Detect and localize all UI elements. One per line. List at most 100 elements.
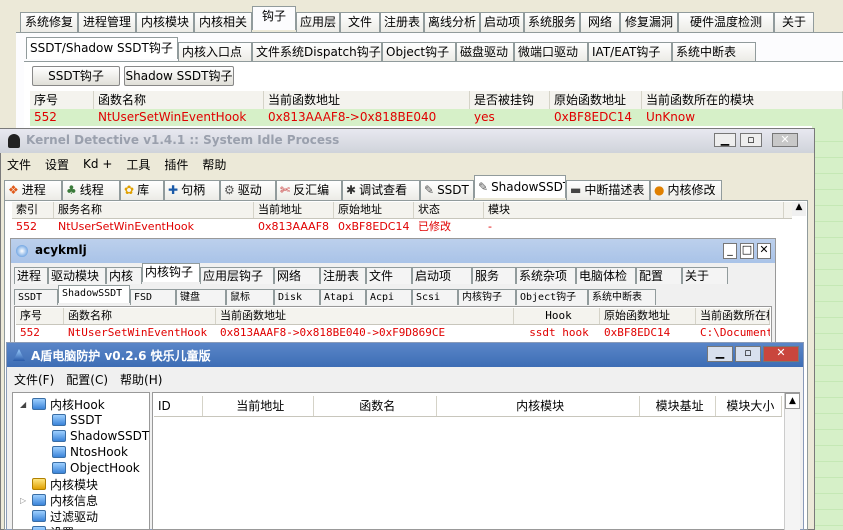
kd-tab[interactable]: ⚙ 驱动 [220, 180, 276, 200]
tree-node-child[interactable]: ObjectHook [20, 460, 150, 476]
column-header[interactable]: 函数名称 [64, 308, 216, 324]
column-header[interactable]: 当前地址 [203, 396, 315, 416]
kd-tab[interactable]: ✄ 反汇编 [276, 180, 342, 200]
back-main-tab[interactable]: 内核相关 [194, 12, 252, 32]
tree-node-child[interactable]: ShadowSSDT [20, 428, 150, 444]
kd-tab[interactable]: ✱ 调试查看 [342, 180, 420, 200]
column-header[interactable]: 模块基址 [640, 396, 716, 416]
column-header[interactable]: 模块大小 [716, 396, 782, 416]
acy-sub-tab[interactable]: FSD [130, 289, 176, 305]
back-main-tab[interactable]: 离线分析 [424, 12, 480, 32]
kd-menu-item[interactable]: 帮助 [195, 156, 233, 173]
column-header[interactable]: 函数名称 [94, 91, 264, 109]
expand-arrow-icon[interactable]: ▷ [20, 496, 32, 505]
a-scrollbar[interactable]: ▲ [784, 393, 800, 530]
tree-node-child[interactable]: NtosHook [20, 444, 150, 460]
close-button[interactable]: ✕ [757, 243, 771, 259]
column-header[interactable]: 内核模块 [437, 396, 641, 416]
back-main-tab[interactable]: 钩子 [252, 6, 296, 30]
back-main-tab[interactable]: 硬件温度检测 [678, 12, 774, 32]
tree-node-top[interactable]: 内核模块 [20, 476, 150, 492]
kd-tab[interactable]: ❖ 进程 [4, 180, 62, 200]
acy-main-tab[interactable]: 服务 [472, 267, 516, 284]
back-main-tab[interactable]: 内核模块 [136, 12, 194, 32]
minimize-button[interactable]: ▁ [707, 346, 733, 362]
tree-node-top[interactable]: ▷ 内核信息 [20, 492, 150, 508]
column-header[interactable]: 是否被挂钩 [470, 91, 550, 109]
maximize-button[interactable]: ▫ [740, 133, 762, 147]
acy-main-tab[interactable]: 电脑体检 [576, 267, 636, 284]
acy-main-tab[interactable]: 进程 [14, 267, 48, 284]
back-main-tab[interactable]: 注册表 [380, 12, 424, 32]
column-header[interactable]: Hook [514, 308, 600, 324]
back-sub-tab[interactable]: 磁盘驱动 [456, 42, 514, 61]
kd-tab[interactable]: ✿ 库 [120, 180, 164, 200]
acy-sub-tab[interactable]: Disk [274, 289, 320, 305]
back-main-tab[interactable]: 系统服务 [524, 12, 580, 32]
kd-scroll-up-icon[interactable]: ▲ [792, 202, 806, 216]
kd-tab[interactable]: ▬ 中断描述表 [566, 180, 650, 200]
column-header[interactable]: 函数名 [314, 396, 437, 416]
kd-menu-item[interactable]: 设置 [38, 156, 76, 173]
expand-arrow-icon[interactable]: ◢ [20, 400, 32, 409]
scroll-up-icon[interactable]: ▲ [785, 393, 800, 409]
back-sub-tab[interactable]: 系统中断表 [672, 42, 756, 61]
back-main-tab[interactable]: 应用层 [296, 12, 340, 32]
tree-node-top[interactable]: 设置 [20, 524, 150, 530]
acy-sub-tab[interactable]: 鼠标 [226, 289, 274, 305]
shadow-ssdt-hook-button[interactable]: Shadow SSDT钩子 [124, 66, 234, 86]
a-menu-item[interactable]: 文件(F) [8, 371, 60, 388]
a-menu-item[interactable]: 配置(C) [60, 371, 114, 388]
back-sub-tab[interactable]: 内核入口点 [178, 42, 252, 61]
maximize-button[interactable]: □ [740, 243, 754, 259]
acy-sub-tab[interactable]: Acpi [366, 289, 412, 305]
column-header[interactable]: 当前函数地址 [264, 91, 470, 109]
column-header[interactable]: 当前函数所在模块 [696, 308, 770, 324]
acy-sub-tab[interactable]: Scsi [412, 289, 458, 305]
column-header[interactable]: 原始函数地址 [600, 308, 696, 324]
table-row[interactable]: 552 NtUserSetWinEventHook 0x813AAAF8 0xBF8E… [12, 219, 792, 235]
kd-tab[interactable]: ♣ 线程 [62, 180, 120, 200]
acy-main-tab[interactable]: 驱动模块 [48, 267, 106, 284]
back-main-tab[interactable]: 启动项 [480, 12, 524, 32]
kd-menu-item[interactable]: Kd + [76, 157, 119, 171]
column-header[interactable]: 序号 [30, 91, 94, 109]
acy-main-tab[interactable]: 内核 [106, 267, 142, 284]
column-header[interactable]: 当前函数所在的模块 [642, 91, 843, 109]
acy-sub-tab[interactable]: ShadowSSDT [58, 285, 130, 303]
column-header[interactable]: ID [154, 396, 204, 416]
close-button[interactable]: ✕ [763, 346, 799, 362]
a-menu-item[interactable]: 帮助(H) [114, 371, 168, 388]
column-header[interactable]: 原始地址 [334, 202, 414, 218]
acy-main-tab[interactable]: 注册表 [320, 267, 366, 284]
back-sub-tab[interactable]: IAT/EAT钩子 [588, 42, 672, 61]
back-main-tab[interactable]: 文件 [340, 12, 380, 32]
back-sub-tab[interactable]: 文件系统Dispatch钩子 [252, 42, 382, 61]
back-main-tab[interactable]: 网络 [580, 12, 620, 32]
column-header[interactable]: 服务名称 [54, 202, 254, 218]
column-header[interactable]: 当前函数地址 [216, 308, 514, 324]
column-header[interactable]: 模块 [484, 202, 784, 218]
ssdt-hook-button[interactable]: SSDT钩子 [32, 66, 120, 86]
acy-sub-tab[interactable]: 系统中断表 [588, 289, 656, 305]
column-header[interactable]: 原始函数地址 [550, 91, 642, 109]
tree-node-top[interactable]: 过滤驱动 [20, 508, 150, 524]
back-main-tab[interactable]: 进程管理 [78, 12, 136, 32]
acy-main-tab[interactable]: 内核钩子 [142, 263, 200, 282]
acy-main-tab[interactable]: 网络 [274, 267, 320, 284]
minimize-button[interactable]: ▁ [714, 133, 736, 147]
acy-main-tab[interactable]: 应用层钩子 [200, 267, 274, 284]
kd-menu-item[interactable]: 工具 [119, 156, 157, 173]
table-row[interactable]: 552 NtUserSetWinEventHook 0x813AAAF8->0x81… [30, 109, 843, 126]
acy-main-tab[interactable]: 文件 [366, 267, 412, 284]
kd-tab[interactable]: ✚ 句柄 [164, 180, 220, 200]
column-header[interactable]: 状态 [414, 202, 484, 218]
acy-sub-tab[interactable]: SSDT [14, 289, 58, 305]
table-row[interactable]: 552 NtUserSetWinEventHook 0x813AAAF8->0x81… [16, 325, 770, 341]
back-main-tab[interactable]: 关于 [774, 12, 814, 32]
back-main-tab[interactable]: 系统修复 [20, 12, 78, 32]
back-sub-tab[interactable]: 微端口驱动 [514, 42, 588, 61]
acy-sub-tab[interactable]: 内核钩子 [458, 289, 516, 305]
tree-node-kernel-hook[interactable]: ◢ 内核Hook [20, 396, 150, 412]
acy-main-tab[interactable]: 启动项 [412, 267, 472, 284]
